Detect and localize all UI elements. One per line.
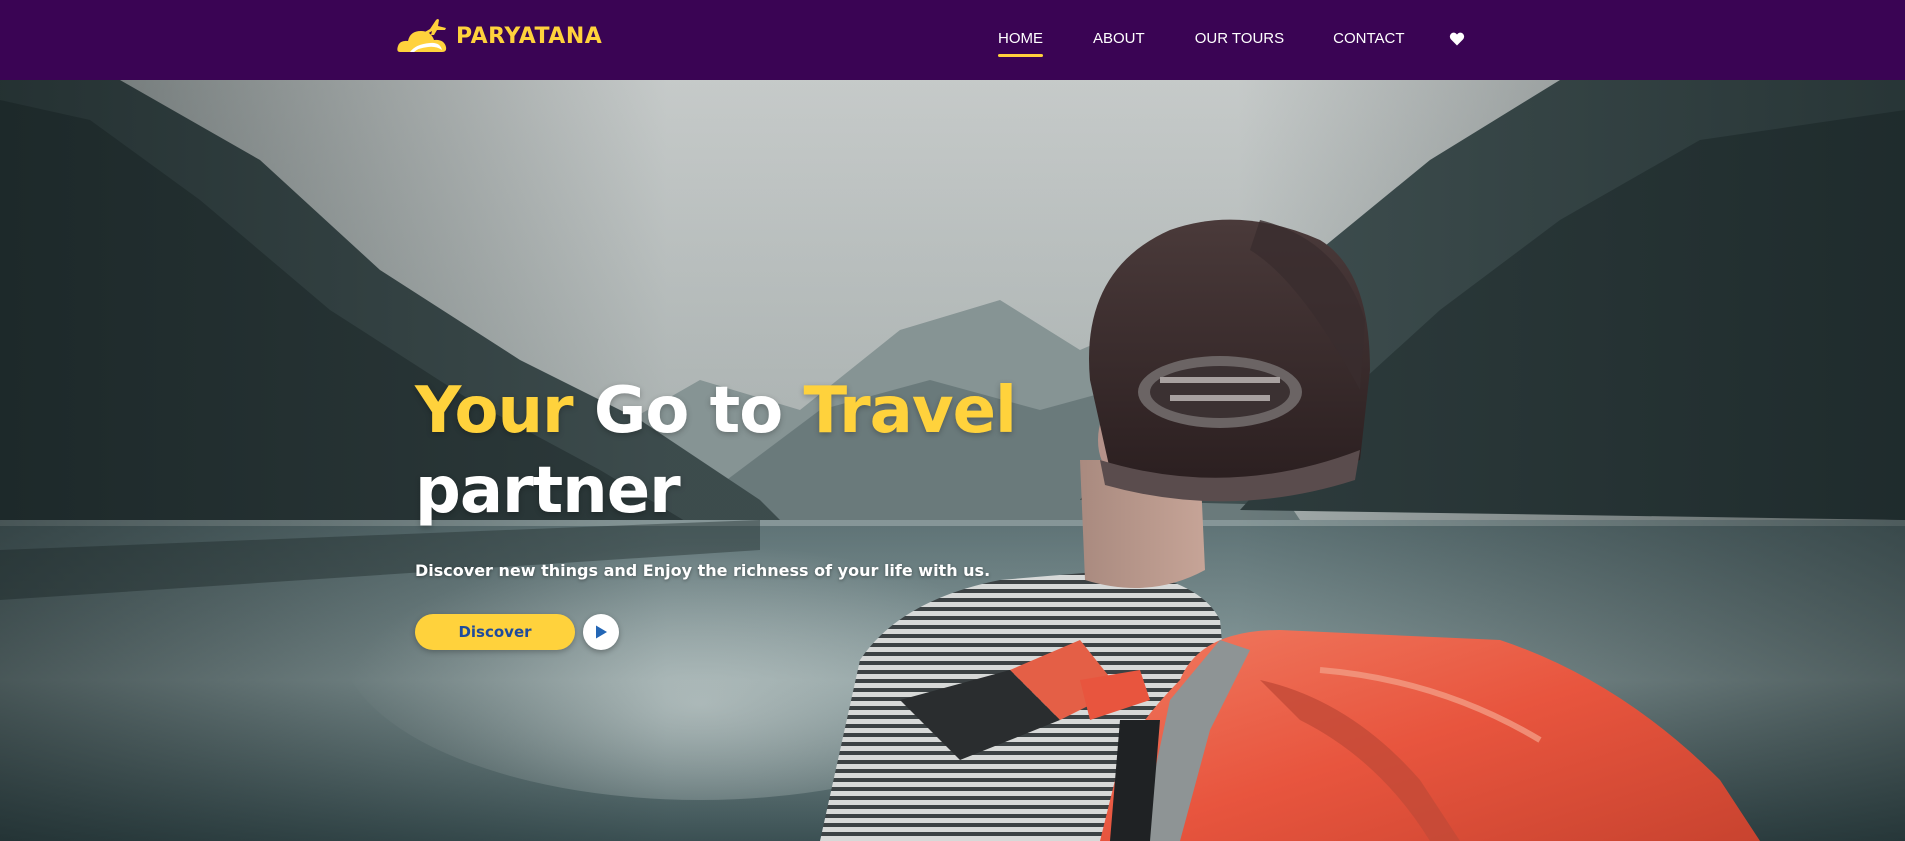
hero-title-word: partner <box>415 454 681 528</box>
hero-title-word: to <box>709 374 784 448</box>
nav-about[interactable]: ABOUT <box>1093 30 1145 48</box>
hero-content: Your Go to Travel partner Discover new t… <box>415 371 1035 650</box>
play-icon <box>596 625 607 639</box>
site-header: PARYATANA HOME ABOUT OUR TOURS CONTACT <box>0 0 1905 80</box>
heart-icon[interactable] <box>1449 31 1465 47</box>
brand-logo-link[interactable]: PARYATANA <box>396 16 602 56</box>
cloud-airplane-icon <box>397 19 447 52</box>
nav-contact[interactable]: CONTACT <box>1333 30 1404 48</box>
hero-title-word: Your <box>415 374 574 448</box>
brand-name: PARYATANA <box>456 23 603 49</box>
main-nav: HOME ABOUT OUR TOURS CONTACT <box>998 30 1465 57</box>
hero-title-word: Go <box>593 374 689 448</box>
hero-title-word: Travel <box>803 374 1016 448</box>
hero-actions: Discover <box>415 614 1035 650</box>
hero-section: Your Go to Travel partner Discover new t… <box>0 80 1905 841</box>
hero-title: Your Go to Travel partner <box>415 371 1035 531</box>
hero-subtitle: Discover new things and Enjoy the richne… <box>415 561 991 580</box>
play-video-button[interactable] <box>583 614 619 650</box>
nav-our-tours[interactable]: OUR TOURS <box>1195 30 1284 48</box>
nav-home[interactable]: HOME <box>998 30 1043 57</box>
discover-button[interactable]: Discover <box>415 614 575 650</box>
